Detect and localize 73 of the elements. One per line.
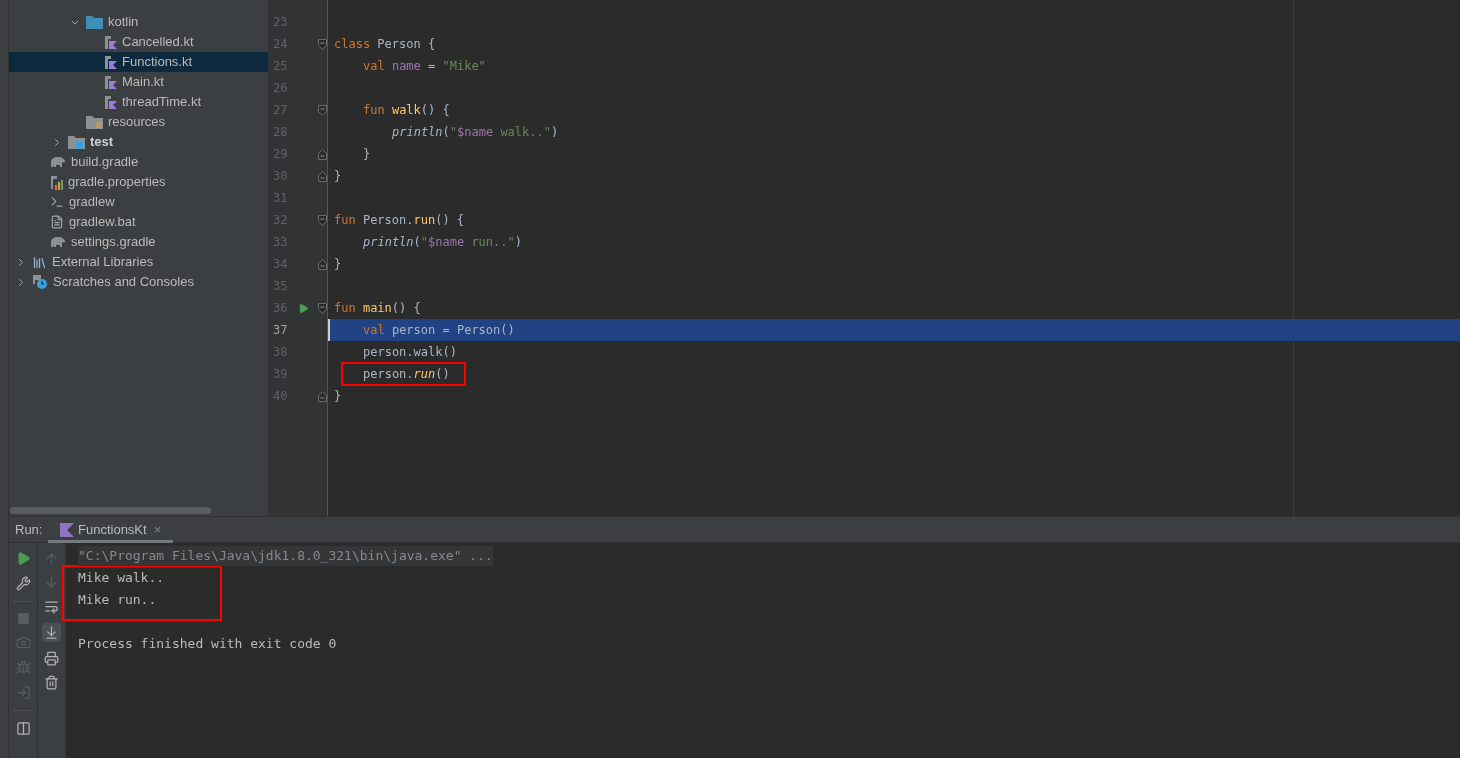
code-line: val person = Person() — [363, 322, 515, 339]
code-editor[interactable]: class Person { val name = "Mike" fun walk() { println("$name walk..") } } fun Person.run() { println("$name run..") } fun main() { val person = Person() person.walk() person.run() } — [328, 0, 1460, 516]
tree-item[interactable]: gradlew — [9, 192, 268, 212]
run-icon[interactable] — [297, 302, 309, 314]
kotlin-file-icon — [104, 34, 117, 50]
text-file-icon — [50, 215, 64, 229]
tree-item[interactable]: Scratches and Consoles — [9, 272, 268, 292]
code-line: } — [334, 168, 342, 185]
kotlin-file-icon — [104, 54, 117, 70]
code-line: println("$name walk..") — [392, 124, 559, 141]
tree-item[interactable]: gradlew.bat — [9, 212, 268, 232]
camera-icon[interactable] — [15, 635, 31, 650]
code-line: } — [363, 146, 371, 163]
kotlin-file-icon — [104, 94, 117, 110]
code-line: } — [334, 388, 342, 405]
scrollbar-thumb[interactable] — [10, 507, 211, 514]
code-line: println("$name run..") — [363, 234, 522, 251]
console-status: Process finished with exit code 0 — [78, 635, 338, 653]
console-line: Mike walk.. — [78, 569, 166, 587]
arrow-down-icon[interactable] — [44, 575, 59, 590]
fold-icon[interactable] — [318, 38, 327, 50]
terminal-icon — [50, 195, 64, 209]
console-line: Mike run.. — [78, 591, 158, 609]
fold-end-icon[interactable] — [318, 148, 327, 160]
tree-item[interactable]: kotlin — [9, 12, 268, 32]
folder-icon — [86, 115, 103, 129]
code-line: fun main() { — [334, 300, 421, 317]
soft-wrap-icon[interactable] — [44, 599, 59, 614]
fold-end-icon[interactable] — [318, 390, 327, 402]
scratch-clock-icon — [32, 274, 48, 290]
tree-item[interactable]: Functions.kt — [9, 52, 268, 72]
bug-icon[interactable] — [15, 660, 31, 675]
fold-end-icon[interactable] — [318, 258, 327, 270]
elephant-icon — [50, 156, 66, 168]
wrench-icon[interactable] — [15, 576, 31, 591]
code-line: class Person { — [334, 36, 436, 53]
tree-item[interactable]: Main.kt — [9, 72, 268, 92]
tree-item[interactable]: Cancelled.kt — [9, 32, 268, 52]
folder-icon — [68, 135, 85, 149]
bar-chart-icon — [50, 174, 63, 190]
elephant-icon — [50, 236, 66, 248]
code-line: person.walk() — [363, 344, 457, 361]
fold-end-icon[interactable] — [318, 170, 327, 182]
code-line: fun walk() { — [363, 102, 450, 119]
console-command: "C:\Program Files\Java\jdk1.8.0_321\bin\java.exe" ... — [78, 546, 493, 566]
tree-item[interactable]: threadTime.kt — [9, 92, 268, 112]
tree-item[interactable]: resources — [9, 112, 268, 132]
line-number: 37 — [272, 322, 289, 339]
run-label: Run: — [14, 520, 44, 539]
code-line: fun Person.run() { — [334, 212, 465, 229]
run-icon[interactable] — [15, 551, 31, 566]
tree-item[interactable]: External Libraries — [9, 252, 268, 272]
tree-item[interactable]: build.gradle — [9, 152, 268, 172]
code-line: person.run() — [363, 366, 450, 383]
fold-icon[interactable] — [318, 214, 327, 226]
stop-icon[interactable] — [16, 612, 30, 625]
tab-title: FunctionsKt — [78, 520, 147, 539]
code-line: } — [334, 256, 342, 273]
kotlin-file-icon — [104, 74, 117, 90]
kotlin-icon — [60, 522, 74, 537]
folder-icon — [86, 15, 103, 29]
layout-icon[interactable] — [15, 721, 31, 736]
libraries-icon — [32, 254, 47, 270]
scroll-to-end-button[interactable] — [42, 623, 61, 642]
tree-item[interactable]: settings.gradle — [9, 232, 268, 252]
code-line: val name = "Mike" — [363, 58, 486, 75]
fold-icon[interactable] — [318, 104, 327, 116]
exit-icon[interactable] — [15, 685, 31, 700]
tree-item[interactable]: gradle.properties — [9, 172, 268, 192]
fold-icon[interactable] — [318, 302, 327, 314]
trash-icon[interactable] — [44, 675, 59, 690]
tree-item[interactable]: test — [9, 132, 268, 152]
print-icon[interactable] — [44, 651, 59, 666]
